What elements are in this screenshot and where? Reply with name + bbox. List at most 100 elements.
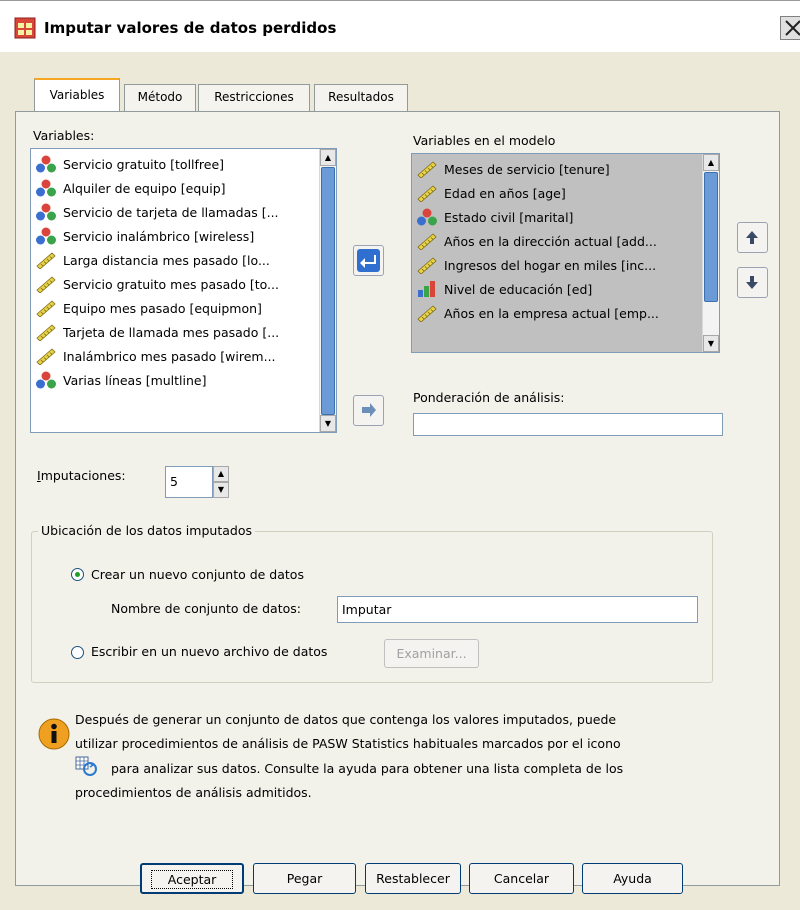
dataset-name-label: Nombre de conjunto de datos:	[111, 601, 301, 616]
nominal-icon	[36, 179, 56, 197]
dataset-name-field[interactable]: Imputar	[337, 596, 698, 623]
tab-label: Restricciones	[214, 90, 294, 104]
scroll-up-icon[interactable]: ▲	[320, 149, 336, 166]
help-button[interactable]: Ayuda	[582, 863, 683, 894]
tab-label: Resultados	[328, 90, 394, 104]
model-variables-listbox[interactable]: ▲ ▼ Meses de servicio [tenure] Edad en añ…	[411, 153, 720, 353]
list-item[interactable]: Servicio gratuito mes pasado [to...	[35, 272, 279, 296]
list-item-label: Años en la dirección actual [add...	[444, 233, 657, 249]
ordinal-icon	[418, 281, 435, 297]
model-scrollbar[interactable]: ▲ ▼	[702, 154, 719, 352]
variables-label: Variables:	[33, 128, 95, 143]
reset-button[interactable]: Restablecer	[365, 863, 461, 894]
list-item-label: Equipo mes pasado [equipmon]	[63, 300, 262, 316]
list-item[interactable]: Servicio gratuito [tollfree]	[35, 152, 224, 176]
imputations-field[interactable]: 5	[165, 466, 213, 498]
model-variables-label: Variables en el modelo	[413, 133, 556, 148]
list-item[interactable]: Alquiler de equipo [equip]	[35, 176, 226, 200]
spin-up-icon[interactable]: ▲	[213, 466, 229, 482]
arrow-up-icon	[746, 231, 758, 244]
variables-scrollbar[interactable]: ▲ ▼	[319, 149, 336, 432]
scale-icon	[417, 161, 437, 178]
reset-button-label: Restablecer	[376, 871, 450, 886]
scroll-up-icon[interactable]: ▲	[703, 154, 719, 171]
list-item[interactable]: Servicio inalámbrico [wireless]	[35, 224, 254, 248]
info-icon	[38, 718, 70, 750]
info-text-line2: utilizar procedimientos de análisis de P…	[75, 736, 621, 751]
tab-label: Variables	[49, 88, 105, 102]
list-item[interactable]: Años en la dirección actual [add...	[416, 229, 657, 253]
title-bar: Imputar valores de datos perdidos	[0, 0, 800, 52]
list-item-label: Inalámbrico mes pasado [wirem...	[63, 348, 276, 364]
list-item[interactable]: Nivel de educación [ed]	[416, 277, 592, 301]
move-down-button[interactable]	[737, 267, 768, 298]
tab-variables[interactable]: Variables	[34, 78, 120, 112]
cancel-button-label: Cancelar	[493, 871, 550, 886]
scroll-down-icon[interactable]: ▼	[320, 415, 336, 432]
list-item-label: Años en la empresa actual [emp...	[444, 305, 659, 321]
ok-button[interactable]: Aceptar	[140, 863, 244, 894]
nominal-icon	[36, 227, 56, 245]
radio-new-file[interactable]	[71, 646, 84, 659]
weight-label: Ponderación de análisis:	[413, 390, 565, 405]
list-item[interactable]: Larga distancia mes pasado [lo...	[35, 248, 270, 272]
weight-field[interactable]	[413, 413, 723, 436]
radio-new-file-label: Escribir en un nuevo archivo de datos	[91, 644, 328, 659]
multiple-imputation-icon	[75, 756, 97, 776]
radio-new-dataset-label: Crear un nuevo conjunto de datos	[91, 567, 304, 582]
scale-icon	[36, 300, 56, 317]
scroll-down-icon[interactable]: ▼	[703, 335, 719, 352]
paste-button[interactable]: Pegar	[253, 863, 356, 894]
list-item-label: Tarjeta de llamada mes pasado [...	[63, 324, 280, 340]
scale-icon	[36, 276, 56, 293]
move-to-variables-button[interactable]	[353, 245, 384, 276]
list-item-label: Nivel de educación [ed]	[444, 281, 593, 297]
cancel-button[interactable]: Cancelar	[469, 863, 574, 894]
nominal-icon	[36, 155, 56, 173]
browse-button[interactable]: Examinar...	[384, 639, 479, 668]
spin-down-icon[interactable]: ▼	[213, 482, 229, 498]
radio-new-dataset[interactable]	[71, 568, 84, 581]
move-to-weight-button[interactable]	[353, 395, 384, 426]
list-item[interactable]: Equipo mes pasado [equipmon]	[35, 296, 262, 320]
close-icon	[785, 20, 800, 36]
location-legend: Ubicación de los datos imputados	[38, 523, 255, 538]
list-item-label: Ingresos del hogar en miles [inc...	[444, 257, 657, 273]
list-item[interactable]: Inalámbrico mes pasado [wirem...	[35, 344, 276, 368]
scale-icon	[417, 257, 437, 274]
list-item[interactable]: Tarjeta de llamada mes pasado [...	[35, 320, 279, 344]
variables-listbox[interactable]: ▲ ▼ Servicio gratuito [tollfree] Alquiler…	[30, 148, 337, 433]
info-text-line1: Después de generar un conjunto de datos …	[75, 712, 617, 727]
move-up-button[interactable]	[737, 222, 768, 253]
tab-metodo[interactable]: Método	[124, 84, 196, 112]
scroll-thumb[interactable]	[704, 172, 718, 302]
imputations-spinner[interactable]: ▲ ▼	[213, 466, 229, 498]
help-button-label: Ayuda	[613, 871, 652, 886]
nominal-icon	[417, 208, 437, 226]
tab-restricciones[interactable]: Restricciones	[198, 84, 310, 112]
scale-icon	[36, 348, 56, 365]
list-item[interactable]: Meses de servicio [tenure]	[416, 157, 610, 181]
list-item-label: Estado civil [marital]	[444, 209, 574, 225]
arrow-left-icon	[357, 249, 380, 272]
scale-icon	[417, 233, 437, 250]
list-item[interactable]: Edad en años [age]	[416, 181, 566, 205]
close-button[interactable]	[780, 16, 800, 40]
list-item[interactable]: Estado civil [marital]	[416, 205, 573, 229]
window-title: Imputar valores de datos perdidos	[44, 19, 337, 37]
list-item-label: Servicio gratuito [tollfree]	[63, 156, 225, 172]
list-item[interactable]: Servicio de tarjeta de llamadas [...	[35, 200, 279, 224]
tab-resultados[interactable]: Resultados	[314, 84, 408, 112]
list-item[interactable]: Varias líneas [multline]	[35, 368, 207, 392]
ok-button-label: Aceptar	[150, 870, 234, 889]
arrow-right-icon	[362, 403, 376, 417]
scale-icon	[36, 252, 56, 269]
list-item[interactable]: Ingresos del hogar en miles [inc...	[416, 253, 656, 277]
nominal-icon	[36, 371, 56, 389]
paste-button-label: Pegar	[286, 871, 323, 886]
scroll-thumb[interactable]	[321, 167, 335, 415]
scale-icon	[36, 324, 56, 341]
list-item[interactable]: Años en la empresa actual [emp...	[416, 301, 659, 325]
list-item-label: Servicio gratuito mes pasado [to...	[63, 276, 279, 292]
list-item-label: Edad en años [age]	[444, 185, 566, 201]
